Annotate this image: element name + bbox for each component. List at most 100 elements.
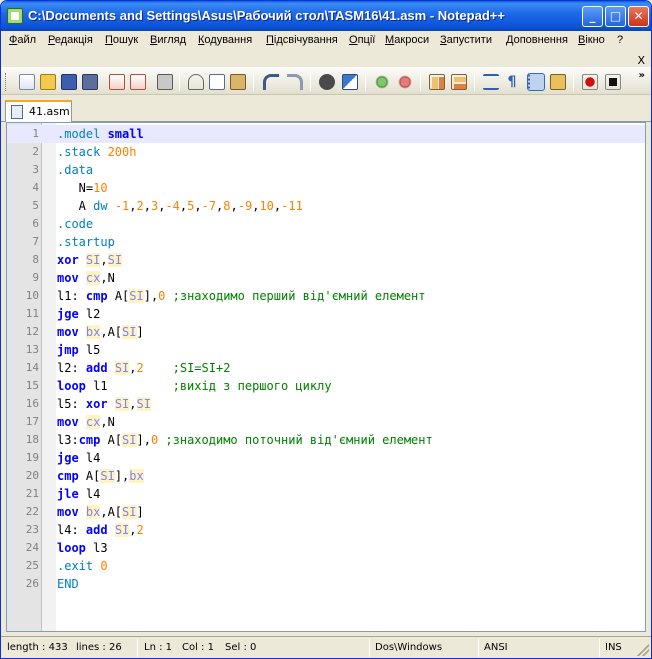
code-line[interactable]: 4 N=10 bbox=[7, 179, 645, 197]
line-number: 16 bbox=[25, 397, 39, 410]
save-all-icon[interactable] bbox=[82, 74, 98, 90]
line-number: 7 bbox=[32, 235, 39, 248]
token-plain: l5: bbox=[57, 397, 86, 411]
token-plain: A[ bbox=[85, 469, 101, 483]
code-line[interactable]: 18 l3:cmp A[SI],0 ;знаходимо поточний від… bbox=[7, 431, 645, 449]
open-file-icon[interactable] bbox=[40, 74, 56, 90]
status-sel: Sel : 0 bbox=[225, 642, 257, 653]
code-line[interactable]: 3 .data bbox=[7, 161, 645, 179]
code-line[interactable]: 5 A dw -1,2,3,-4,5,-7,8,-9,10,-11 bbox=[7, 197, 645, 215]
show-all-chars-icon[interactable]: ¶ bbox=[504, 74, 520, 90]
code-line[interactable]: 16 l5: xor SI,SI bbox=[7, 395, 645, 413]
title-bar[interactable]: C:\Documents and Settings\Asus\Рабочий с… bbox=[1, 1, 651, 31]
code-line[interactable]: 19 jge l4 bbox=[7, 449, 645, 467]
cut-icon[interactable] bbox=[188, 74, 204, 90]
zoom-in-icon[interactable] bbox=[374, 74, 390, 90]
word-wrap-icon[interactable] bbox=[483, 74, 499, 90]
menu-encoding[interactable]: Кодування bbox=[198, 34, 252, 46]
code-line[interactable]: 13 jmp l5 bbox=[7, 341, 645, 359]
code-line[interactable]: 21 jle l4 bbox=[7, 485, 645, 503]
token-plain: A[ bbox=[114, 289, 130, 303]
menu-macro[interactable]: Макроси bbox=[385, 34, 429, 46]
resize-grip[interactable] bbox=[637, 644, 649, 656]
code-line[interactable]: 14 l2: add SI,2 ;SI=SI+2 bbox=[7, 359, 645, 377]
menu-view[interactable]: Вигляд bbox=[150, 34, 186, 46]
menu-search[interactable]: Пошук bbox=[105, 34, 138, 46]
code-line[interactable]: 2 .stack 200h bbox=[7, 143, 645, 161]
code-line[interactable]: 1 .model small bbox=[7, 125, 645, 143]
menu-plugins[interactable]: Доповнення bbox=[506, 34, 568, 46]
new-file-icon[interactable] bbox=[19, 74, 35, 90]
indent-guide-icon[interactable] bbox=[527, 73, 545, 91]
menu-help[interactable]: ? bbox=[617, 34, 623, 46]
copy-icon[interactable] bbox=[209, 74, 225, 90]
menu-window[interactable]: Вікно bbox=[578, 34, 605, 46]
menu-language[interactable]: Підсвічування bbox=[266, 34, 338, 46]
code-line[interactable]: 11 jge l2 bbox=[7, 305, 645, 323]
line-number: 21 bbox=[25, 487, 39, 500]
menu-run[interactable]: Запустити bbox=[440, 34, 492, 46]
line-number: 18 bbox=[25, 433, 39, 446]
token-plain: A bbox=[57, 199, 94, 213]
line-number: 2 bbox=[32, 145, 39, 158]
menu-file[interactable]: Файл bbox=[9, 34, 36, 46]
code-line[interactable]: 24 loop l3 bbox=[7, 539, 645, 557]
line-code: mov bx,A[SI] bbox=[57, 323, 144, 341]
sync-vertical-icon[interactable] bbox=[429, 74, 445, 90]
token-reg: bx bbox=[129, 469, 144, 483]
minimize-button[interactable]: _ bbox=[582, 6, 603, 27]
line-code: jge l4 bbox=[57, 449, 100, 467]
close-icon[interactable] bbox=[109, 74, 125, 90]
token-kw: xor bbox=[57, 253, 86, 267]
code-line[interactable]: 9 mov cx,N bbox=[7, 269, 645, 287]
token-num: -1 bbox=[114, 199, 130, 213]
token-num: 10 bbox=[93, 181, 108, 195]
zoom-out-icon[interactable] bbox=[397, 74, 413, 90]
undo-icon[interactable] bbox=[263, 74, 279, 90]
code-line[interactable]: 10 l1: cmp A[SI],0 ;знаходимо перший від'… bbox=[7, 287, 645, 305]
code-line[interactable]: 26 END bbox=[7, 575, 645, 593]
code-line[interactable]: 6 .code bbox=[7, 215, 645, 233]
code-line[interactable]: 12 mov bx,A[SI] bbox=[7, 323, 645, 341]
notepadpp-window: C:\Documents and Settings\Asus\Рабочий с… bbox=[0, 0, 652, 659]
code-line[interactable]: 15 loop l1 ;вихід з першого циклу bbox=[7, 377, 645, 395]
code-line[interactable]: 8 xor SI,SI bbox=[7, 251, 645, 269]
token-plain: ], bbox=[114, 469, 130, 483]
token-reg: cx bbox=[85, 415, 101, 429]
close-button[interactable]: ✕ bbox=[628, 6, 649, 27]
sync-horizontal-icon[interactable] bbox=[451, 74, 467, 90]
close-document-button[interactable]: X bbox=[637, 54, 645, 67]
code-line[interactable]: 7 .startup bbox=[7, 233, 645, 251]
code-line[interactable]: 17 mov cx,N bbox=[7, 413, 645, 431]
code-line[interactable]: 20 cmp A[SI],bx bbox=[7, 467, 645, 485]
redo-icon[interactable] bbox=[287, 74, 303, 90]
print-icon[interactable] bbox=[157, 74, 173, 90]
token-cmt: ;знаходимо перший від'ємний елемент bbox=[165, 289, 426, 303]
save-icon[interactable] bbox=[61, 74, 77, 90]
token-reg: SI bbox=[122, 433, 137, 447]
menu-edit[interactable]: Редакція bbox=[48, 34, 93, 46]
line-number: 8 bbox=[32, 253, 39, 266]
code-line[interactable]: 23 l4: add SI,2 bbox=[7, 521, 645, 539]
code-line[interactable]: 25 .exit 0 bbox=[7, 557, 645, 575]
menu-settings[interactable]: Опції bbox=[349, 34, 375, 46]
tab-41-asm[interactable]: 41.asm bbox=[5, 100, 72, 122]
stop-macro-icon[interactable] bbox=[605, 74, 621, 90]
code-editor[interactable]: 1 .model small 2 .stack 200h 3 .data 4 N=10 5 A… bbox=[6, 122, 646, 632]
line-code: .data bbox=[57, 161, 93, 179]
line-code: l1: cmp A[SI],0 ;знаходимо перший від'єм… bbox=[57, 287, 426, 305]
token-plain: l1: bbox=[57, 289, 86, 303]
line-code: l5: xor SI,SI bbox=[57, 395, 151, 413]
toolbar-overflow-chevron-icon[interactable]: » bbox=[639, 70, 645, 81]
toolbar-grip[interactable] bbox=[5, 73, 8, 91]
paste-icon[interactable] bbox=[230, 74, 246, 90]
code-line[interactable]: 22 mov bx,A[SI] bbox=[7, 503, 645, 521]
replace-icon[interactable] bbox=[342, 74, 358, 90]
find-icon[interactable] bbox=[319, 74, 335, 90]
close-all-icon[interactable] bbox=[130, 74, 146, 90]
maximize-button[interactable]: □ bbox=[605, 6, 626, 27]
notepadpp-app-icon[interactable] bbox=[7, 8, 23, 24]
user-language-icon[interactable] bbox=[550, 74, 566, 90]
record-macro-icon[interactable] bbox=[582, 74, 598, 90]
token-num: 10 bbox=[259, 199, 274, 213]
